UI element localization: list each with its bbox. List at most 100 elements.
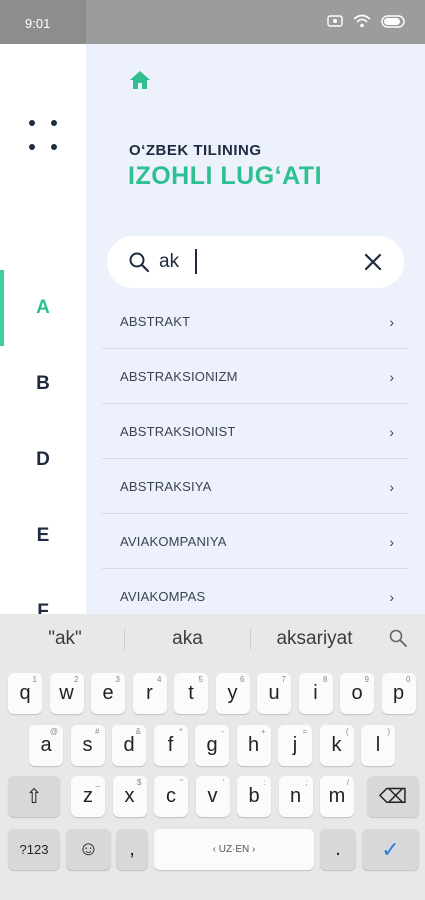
key-hint: " bbox=[180, 778, 183, 787]
key-hint: = bbox=[302, 727, 307, 736]
key-d[interactable]: & d bbox=[112, 725, 146, 766]
key-r[interactable]: 4r bbox=[132, 673, 167, 714]
key-hint: : bbox=[263, 778, 266, 787]
key-z[interactable]: _ z bbox=[71, 776, 105, 817]
key-g[interactable]: -g bbox=[195, 725, 229, 766]
key-label: r bbox=[146, 682, 153, 704]
key-hint: / bbox=[346, 778, 349, 787]
suggestion-bar: "ak" aka aksariyat bbox=[0, 614, 425, 662]
key-h[interactable]: + h bbox=[236, 725, 271, 766]
key-hint: + bbox=[260, 727, 266, 736]
key-j[interactable]: = j bbox=[278, 725, 312, 766]
clear-icon[interactable] bbox=[362, 251, 384, 273]
key-c[interactable]: " c bbox=[154, 776, 188, 817]
key-s[interactable]: # s bbox=[70, 725, 105, 766]
key-hint: 6 bbox=[240, 675, 245, 684]
enter-key[interactable]: ✓ bbox=[362, 829, 419, 870]
status-bar: 9:01 bbox=[0, 0, 425, 44]
sidebar-letter-d[interactable]: D bbox=[0, 422, 86, 498]
emoji-key[interactable]: ☺ bbox=[66, 829, 111, 870]
key-hint: - bbox=[221, 727, 224, 736]
key-w[interactable]: 2w bbox=[49, 673, 84, 714]
key-hint: _ bbox=[95, 778, 100, 787]
key-v[interactable]: ' v bbox=[195, 776, 230, 817]
result-item[interactable]: ABSTRAKT › bbox=[102, 294, 408, 349]
key-hint: ; bbox=[305, 778, 308, 787]
key-o[interactable]: 9o bbox=[340, 673, 374, 714]
key-hint: 7 bbox=[281, 675, 286, 684]
result-item[interactable]: AVIAKOMPANIYA › bbox=[102, 514, 408, 569]
key-hint: & bbox=[135, 727, 141, 736]
comma-key[interactable]: , bbox=[116, 829, 148, 870]
key-label: b bbox=[248, 785, 260, 807]
period-key[interactable]: . bbox=[320, 829, 356, 870]
chevron-right-icon: › bbox=[389, 589, 394, 605]
sidebar-letter-e[interactable]: E bbox=[0, 498, 86, 574]
sidebar-letter-a[interactable]: A bbox=[0, 270, 86, 346]
key-u[interactable]: 7u bbox=[257, 673, 291, 714]
key-hint: 1 bbox=[32, 675, 37, 684]
key-hint: 2 bbox=[74, 675, 79, 684]
key-q[interactable]: 1q bbox=[8, 673, 42, 714]
key-hint: 8 bbox=[323, 675, 328, 684]
result-item[interactable]: ABSTRAKSIYA › bbox=[102, 459, 408, 514]
backspace-key[interactable]: ⌫ bbox=[367, 776, 419, 817]
key-label: g bbox=[206, 734, 218, 756]
key-label: o bbox=[351, 682, 363, 704]
key-label: x bbox=[124, 785, 135, 807]
soft-keyboard: "ak" aka aksariyat 1 q 2 w 3 e 4 r 5 t 6 y 7 u 8 i 9 o 0 p @… bbox=[0, 614, 425, 900]
home-icon[interactable] bbox=[129, 69, 151, 91]
key-label: j bbox=[292, 734, 298, 756]
wifi-icon bbox=[353, 14, 371, 28]
key-hint: 9 bbox=[364, 675, 369, 684]
symbols-key[interactable]: ?123 bbox=[8, 829, 60, 870]
space-key[interactable]: ‹ UZ·EN › bbox=[154, 829, 314, 870]
result-label: ABSTRAKSIONIST bbox=[120, 424, 236, 439]
result-item[interactable]: ABSTRAKSIONIST › bbox=[102, 404, 408, 459]
key-label: q bbox=[19, 682, 31, 704]
key-m[interactable]: / m bbox=[320, 776, 354, 817]
suggestion-item[interactable]: aksariyat bbox=[262, 628, 367, 650]
results-list: ABSTRAKT › ABSTRAKSIONIZM › ABSTRAKSIONI… bbox=[102, 294, 408, 614]
key-hint: @ bbox=[49, 727, 58, 736]
sidebar-letter-f[interactable]: F bbox=[0, 574, 86, 614]
key-label: e bbox=[102, 682, 114, 704]
key-label: l bbox=[375, 734, 381, 756]
key-a[interactable]: @ a bbox=[29, 725, 63, 766]
key-n[interactable]: ; n bbox=[278, 776, 313, 817]
search-icon[interactable] bbox=[388, 628, 408, 648]
key-f[interactable]: * f bbox=[153, 725, 188, 766]
key-t[interactable]: 5t bbox=[174, 673, 208, 714]
key-label: m bbox=[328, 785, 346, 807]
search-input[interactable] bbox=[159, 248, 349, 276]
key-hint: 5 bbox=[198, 675, 203, 684]
sidebar-letter-b[interactable]: B bbox=[0, 346, 86, 422]
chevron-right-icon: › bbox=[389, 424, 394, 440]
result-label: AVIAKOMPANIYA bbox=[120, 534, 227, 549]
key-label: f bbox=[167, 734, 174, 756]
key-k[interactable]: (k bbox=[319, 725, 354, 766]
menu-grid-icon[interactable] bbox=[29, 120, 57, 152]
key-e[interactable]: 3e bbox=[91, 673, 125, 714]
shift-key[interactable]: ⇧ bbox=[8, 776, 60, 817]
result-label: ABSTRAKSIONIZM bbox=[120, 369, 238, 384]
key-label: y bbox=[227, 682, 238, 704]
key-label: n bbox=[289, 785, 302, 807]
main-panel: O‘ZBEK TILINING IZOHLI LUG‘ATI ABSTRAKT … bbox=[86, 44, 425, 614]
key-hint: ( bbox=[345, 727, 349, 736]
key-l[interactable]: ) l bbox=[361, 725, 395, 766]
key-i[interactable]: 8i bbox=[298, 673, 333, 714]
result-item[interactable]: AVIAKOMPAS › bbox=[102, 569, 408, 614]
key-label: a bbox=[40, 734, 52, 756]
key-label: t bbox=[188, 682, 194, 704]
key-p[interactable]: 0p bbox=[381, 673, 416, 714]
key-label: p bbox=[392, 682, 405, 704]
suggestion-item[interactable]: aka bbox=[140, 628, 235, 650]
suggestion-item[interactable]: "ak" bbox=[20, 628, 110, 650]
result-item[interactable]: ABSTRAKSIONIZM › bbox=[102, 349, 408, 404]
key-y[interactable]: 6y bbox=[215, 673, 250, 714]
key-b[interactable]: :b bbox=[237, 776, 271, 817]
key-hint: ) bbox=[387, 727, 390, 736]
key-x[interactable]: $ x bbox=[112, 776, 147, 817]
title-line-1: O‘ZBEK TILINING bbox=[129, 142, 262, 159]
